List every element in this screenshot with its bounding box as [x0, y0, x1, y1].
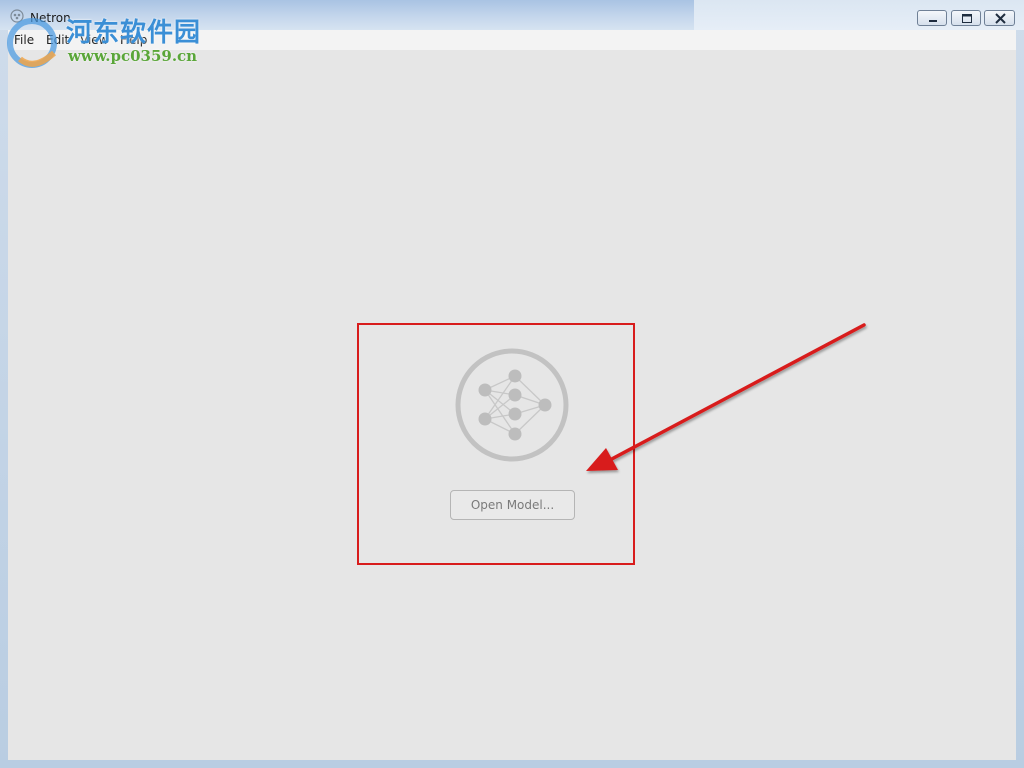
annotation-highlight-box	[357, 323, 635, 565]
close-button[interactable]	[984, 10, 1015, 26]
watermark-logo	[7, 18, 57, 68]
watermark-text-primary: 河东软件园	[66, 18, 202, 48]
minimize-icon	[929, 20, 937, 22]
watermark-text-url: www.pc0359.cn	[68, 47, 198, 65]
maximize-icon	[962, 14, 972, 23]
minimize-button[interactable]	[917, 10, 947, 26]
maximize-button[interactable]	[951, 10, 981, 26]
close-icon	[995, 13, 1006, 24]
app-window: Netron File Edit View Help Open Model...…	[0, 0, 1024, 768]
